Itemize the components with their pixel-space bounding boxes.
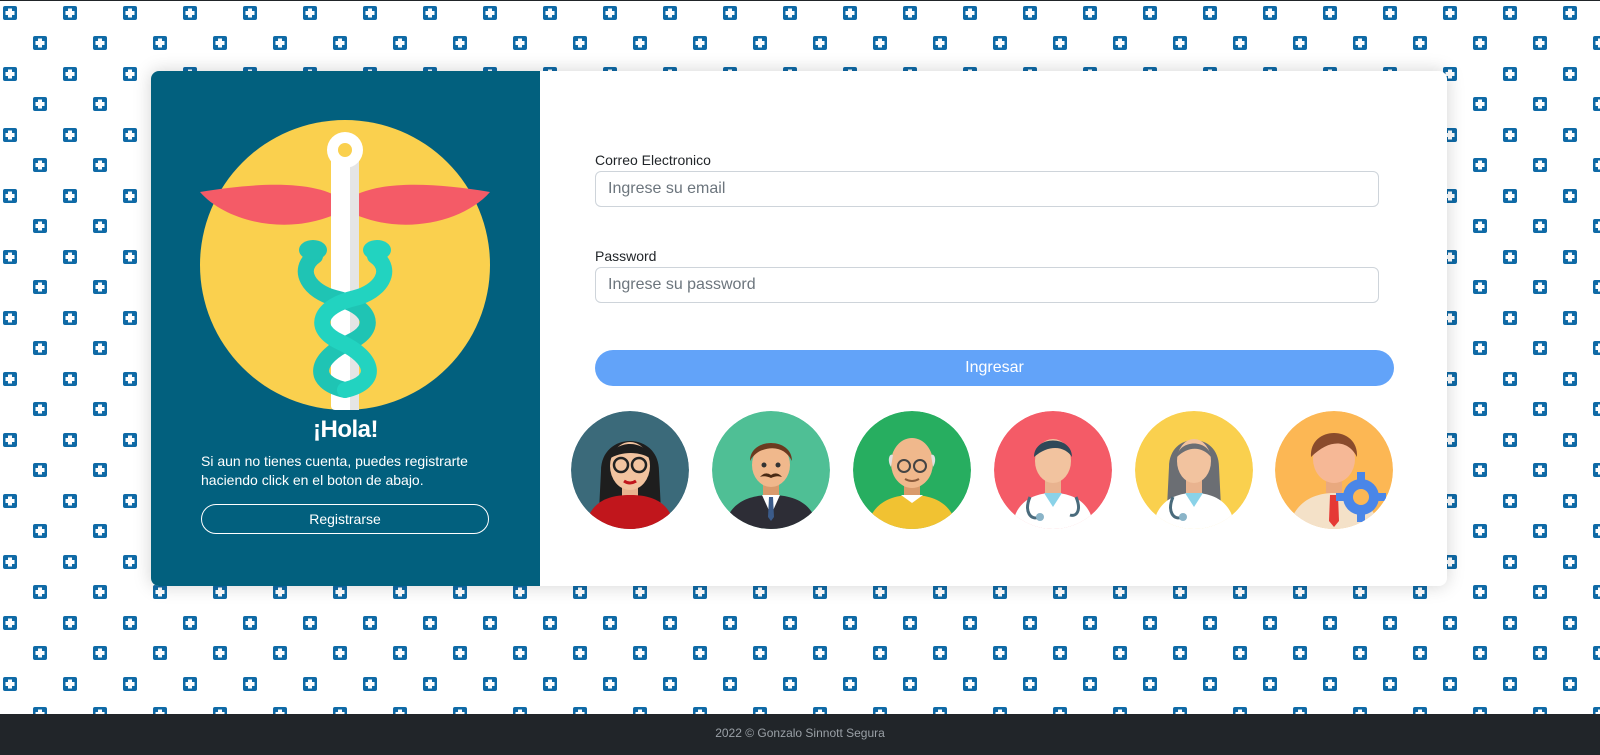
register-button[interactable]: Registrarse [201, 504, 489, 534]
bald-man-icon [853, 411, 971, 529]
man-mustache-icon [712, 411, 830, 529]
login-card: ¡Hola! Si aun no tienes cuenta, puedes r… [151, 71, 1447, 586]
woman-glasses-icon [571, 411, 689, 529]
welcome-panel: ¡Hola! Si aun no tienes cuenta, puedes r… [151, 71, 540, 586]
email-input[interactable] [595, 171, 1379, 207]
caduceus-icon [200, 120, 490, 410]
email-label: Correo Electronico [595, 152, 711, 168]
login-form: Correo Electronico Password Ingresar [540, 71, 1447, 586]
male-doctor-icon [994, 411, 1112, 529]
password-input[interactable] [595, 267, 1379, 303]
admin-gear-icon [1275, 411, 1393, 529]
welcome-text: Si aun no tienes cuenta, puedes registra… [201, 453, 468, 488]
password-label: Password [595, 248, 657, 264]
footer: 2022 © Gonzalo Sinnott Segura [0, 714, 1600, 755]
login-button[interactable]: Ingresar [595, 350, 1394, 386]
footer-text: 2022 © Gonzalo Sinnott Segura [715, 726, 885, 740]
female-doctor-icon [1135, 411, 1253, 529]
welcome-title: ¡Hola! [313, 416, 379, 443]
